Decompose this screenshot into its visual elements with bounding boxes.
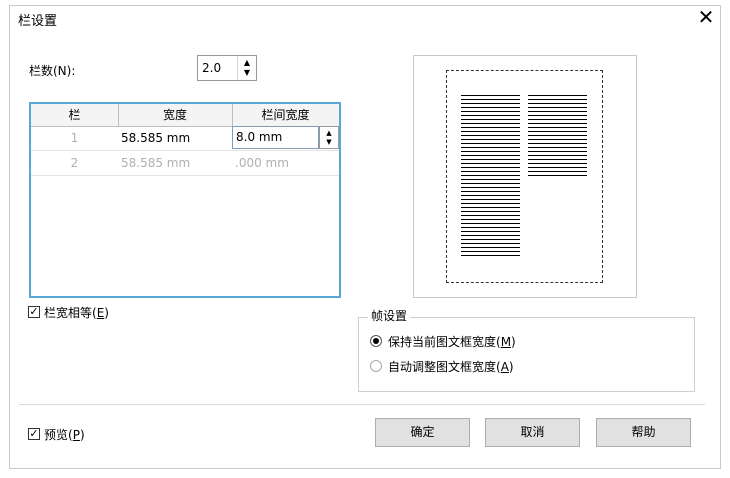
stepper-arrows: ▲ ▼ bbox=[237, 56, 256, 80]
preview-column-left bbox=[461, 95, 520, 259]
keep-frame-width-radio[interactable] bbox=[370, 335, 382, 347]
header-width: 宽度 bbox=[118, 104, 233, 126]
preview-column-right bbox=[528, 95, 587, 179]
close-icon[interactable]: ✕ bbox=[695, 6, 717, 28]
columns-count-value[interactable]: 2.0 bbox=[198, 56, 221, 80]
row-width: 58.585 mm bbox=[121, 156, 191, 170]
stepper-down-icon[interactable]: ▼ bbox=[238, 67, 256, 79]
header-column: 栏 bbox=[31, 104, 119, 126]
row-width[interactable]: 58.585 mm bbox=[118, 126, 232, 150]
keep-frame-width-label[interactable]: 保持当前图文框宽度(M) bbox=[388, 333, 516, 350]
table-row[interactable]: 2 58.585 mm .000 mm bbox=[31, 151, 339, 176]
preview-label[interactable]: 预览(P) bbox=[44, 426, 85, 443]
columns-table: 栏 宽度 栏间宽度 1 58.585 mm 8.0 mm ▲ ▼ 2 58.58… bbox=[29, 102, 341, 298]
auto-adjust-frame-radio[interactable] bbox=[370, 360, 382, 372]
gutter-input[interactable]: 8.0 mm bbox=[232, 126, 319, 149]
equal-width-label[interactable]: 栏宽相等(E) bbox=[44, 304, 109, 321]
row-index: 1 bbox=[70, 131, 79, 145]
row-gutter: .000 mm bbox=[235, 156, 289, 170]
row-index: 2 bbox=[70, 156, 79, 170]
frame-settings-title: 帧设置 bbox=[368, 307, 411, 324]
divider bbox=[19, 404, 705, 405]
help-button[interactable]: 帮助 bbox=[596, 418, 691, 447]
columns-count-label: 栏数(N): bbox=[29, 64, 76, 78]
auto-adjust-frame-label[interactable]: 自动调整图文框宽度(A) bbox=[388, 358, 514, 375]
columns-count-stepper[interactable]: 2.0 ▲ ▼ bbox=[197, 55, 257, 81]
gutter-stepper[interactable]: ▲ ▼ bbox=[319, 126, 339, 149]
equal-width-checkbox[interactable]: ✓ bbox=[28, 306, 40, 318]
cancel-button[interactable]: 取消 bbox=[485, 418, 580, 447]
gutter-down-icon[interactable]: ▼ bbox=[320, 137, 338, 147]
table-header: 栏 宽度 栏间宽度 bbox=[31, 104, 339, 127]
header-gutter: 栏间宽度 bbox=[261, 108, 310, 122]
frame-settings-group bbox=[358, 317, 695, 392]
ok-button[interactable]: 确定 bbox=[375, 418, 470, 447]
preview-checkbox[interactable]: ✓ bbox=[28, 428, 40, 440]
table-row[interactable]: 1 58.585 mm 8.0 mm ▲ ▼ bbox=[31, 126, 339, 151]
dialog-title: 栏设置 bbox=[18, 14, 58, 29]
